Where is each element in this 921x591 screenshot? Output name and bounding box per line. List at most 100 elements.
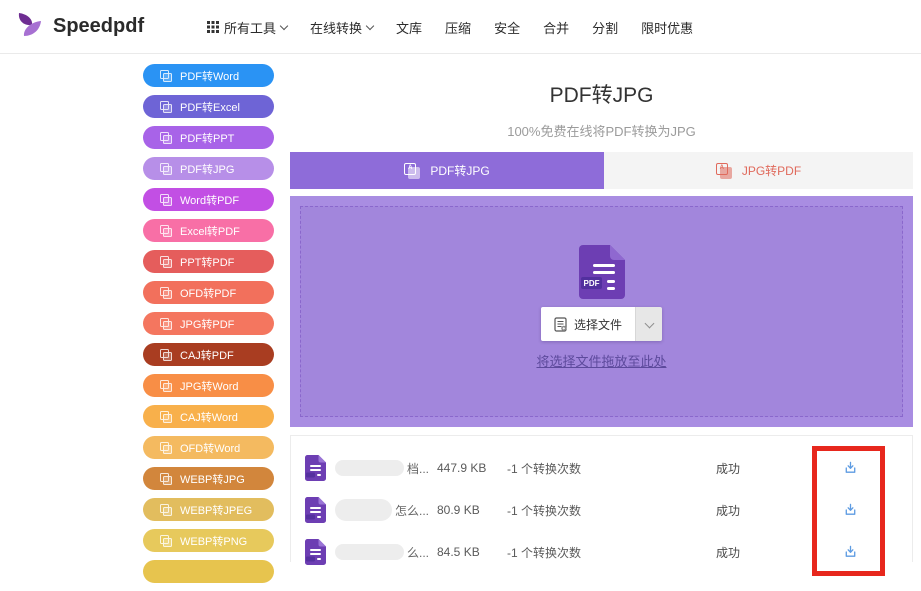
tab-label: JPG转PDF — [741, 164, 802, 178]
nav-limited-offer[interactable]: 限时优惠 — [641, 18, 693, 37]
convert-icon — [715, 162, 732, 179]
status-text: 成功 — [716, 545, 741, 560]
status-text: 成功 — [716, 503, 741, 518]
top-navbar: Speedpdf 所有工具 在线转换 文库 压缩 安全 合并 分割 限时优惠 — [0, 0, 921, 54]
file-name-suffix: 么... — [406, 545, 429, 560]
sidebar-item-word-to-pdf[interactable]: Word转PDF — [143, 188, 274, 211]
upload-dropzone-inner: PDF 选择文件 将选择文件拖放至此处 — [300, 206, 903, 417]
pdf-badge-text: PDF — [583, 279, 599, 288]
status-text: 成功 — [716, 461, 741, 476]
nav-library[interactable]: 文库 — [396, 18, 422, 37]
nav-split[interactable]: 分割 — [592, 18, 618, 37]
nav-merge[interactable]: 合并 — [543, 18, 569, 37]
nav-security[interactable]: 安全 — [494, 18, 520, 37]
redacted-name-blob — [335, 460, 404, 476]
convert-icon — [160, 162, 172, 175]
sidebar-item-excel-to-pdf[interactable]: Excel转PDF — [143, 219, 274, 242]
grid-icon — [207, 21, 219, 33]
convert-icon — [160, 472, 172, 485]
sidebar-item-label: PDF转PPT — [180, 132, 235, 145]
sidebar-item-label: WEBP转JPEG — [180, 504, 253, 517]
sidebar-item-ofd-to-word[interactable]: OFD转Word — [143, 436, 274, 459]
sidebar-item-pdf-to-jpg[interactable]: PDF转JPG — [143, 157, 274, 180]
nav-online-convert[interactable]: 在线转换 — [310, 18, 375, 37]
convert-icon — [160, 224, 172, 237]
sidebar-item-caj-to-pdf[interactable]: CAJ转PDF — [143, 343, 274, 366]
convert-icon — [160, 379, 172, 392]
sidebar-item-webp-to-png[interactable]: WEBP转PNG — [143, 529, 274, 552]
file-size: 80.9 KB — [437, 503, 480, 517]
nav-label: 限时优惠 — [641, 20, 694, 36]
sidebar-item-jpg-to-pdf[interactable]: JPG转PDF — [143, 312, 274, 335]
convert-icon — [160, 100, 172, 113]
sidebar-item-ppt-to-pdf[interactable]: PPT转PDF — [143, 250, 274, 273]
sidebar-item-caj-to-word[interactable]: CAJ转Word — [143, 405, 274, 428]
sidebar-item-pdf-to-ppt[interactable]: PDF转PPT — [143, 126, 274, 149]
file-name-suffix: 怎么... — [394, 503, 429, 518]
progress-bar — [589, 464, 706, 472]
progress-bar — [589, 506, 706, 514]
drop-hint-text: 将选择文件拖放至此处 — [536, 354, 667, 369]
sidebar-item-jpg-to-word[interactable]: JPG转Word — [143, 374, 274, 397]
download-button[interactable] — [843, 460, 858, 475]
convert-icon — [160, 441, 172, 454]
convert-icon — [160, 503, 172, 516]
conversion-count: -1 个转换次数 — [507, 545, 582, 560]
download-button[interactable] — [843, 544, 858, 559]
nav-label: 分割 — [592, 20, 619, 36]
tab-label: PDF转JPG — [430, 164, 490, 178]
converter-tabs: PDF转JPG JPG转PDF — [290, 152, 913, 189]
pdf-file-icon — [305, 455, 326, 481]
sidebar-item-webp-to-jpg[interactable]: WEBP转JPG — [143, 467, 274, 490]
sidebar-item-label: CAJ转PDF — [180, 349, 234, 362]
choose-file-dropdown[interactable] — [635, 307, 662, 341]
convert-icon — [160, 410, 172, 423]
logo[interactable]: Speedpdf — [14, 10, 144, 42]
convert-icon — [160, 348, 172, 361]
sidebar-item-label: PDF转Word — [180, 70, 240, 83]
file-name: 么... — [335, 544, 429, 561]
sidebar-item-partial[interactable] — [143, 560, 274, 583]
chevron-down-icon — [279, 21, 289, 30]
butterfly-logo-icon — [14, 10, 46, 42]
sidebar-item-label: WEBP转JPG — [180, 473, 245, 486]
convert-icon — [160, 534, 172, 547]
choose-file-button[interactable]: 选择文件 — [540, 307, 662, 341]
sidebar-item-label: JPG转PDF — [180, 318, 235, 331]
download-button[interactable] — [843, 502, 858, 517]
conversion-tools-sidebar: PDF转Word PDF转Excel PDF转PPT PDF转JPG Word转… — [143, 64, 274, 591]
pdf-file-icon: PDF — [578, 245, 625, 299]
page-title: PDF转JPG — [549, 84, 654, 107]
convert-icon — [160, 286, 172, 299]
sidebar-item-ofd-to-pdf[interactable]: OFD转PDF — [143, 281, 274, 304]
sidebar-item-pdf-to-word[interactable]: PDF转Word — [143, 64, 274, 87]
progress-bar — [589, 548, 706, 556]
file-name: 怎么... — [335, 499, 429, 521]
file-row-2: 怎么... 80.9 KB -1 个转换次数 成功 — [291, 489, 912, 531]
upload-dropzone[interactable]: PDF 选择文件 将选择文件拖放至此处 — [290, 196, 913, 427]
sidebar-item-label: PDF转JPG — [180, 163, 235, 176]
sidebar-item-label: Excel转PDF — [180, 225, 240, 238]
nav-compress[interactable]: 压缩 — [445, 18, 471, 37]
tab-jpg-to-pdf[interactable]: JPG转PDF — [604, 152, 913, 189]
sidebar-item-label: OFD转PDF — [180, 287, 237, 300]
nav-label: 合并 — [543, 20, 570, 36]
sidebar-item-label: PDF转Excel — [180, 101, 240, 114]
chevron-down-icon — [365, 21, 375, 30]
nav-label: 在线转换 — [310, 20, 363, 36]
choose-file-main[interactable]: 选择文件 — [540, 307, 635, 341]
main-nav: 所有工具 在线转换 文库 压缩 安全 合并 分割 限时优惠 — [207, 0, 693, 54]
sidebar-item-webp-to-jpeg[interactable]: WEBP转JPEG — [143, 498, 274, 521]
nav-label: 所有工具 — [224, 20, 277, 36]
sidebar-item-label: WEBP转PNG — [180, 535, 248, 548]
chevron-down-icon — [644, 318, 654, 328]
sidebar-item-pdf-to-excel[interactable]: PDF转Excel — [143, 95, 274, 118]
nav-all-tools[interactable]: 所有工具 — [207, 18, 289, 37]
logo-text: Speedpdf — [53, 14, 145, 37]
sidebar-item-label: OFD转Word — [180, 442, 241, 455]
redacted-name-blob — [335, 499, 392, 521]
tab-pdf-to-jpg[interactable]: PDF转JPG — [290, 152, 604, 189]
page-subtitle: 100%免费在线将PDF转换为JPG — [507, 124, 696, 139]
nav-label: 安全 — [494, 20, 521, 36]
document-icon — [554, 316, 567, 332]
